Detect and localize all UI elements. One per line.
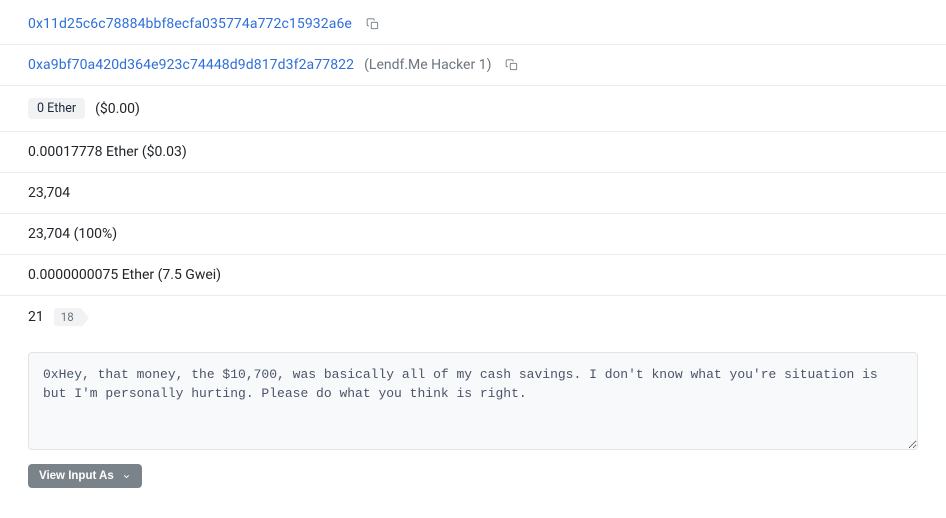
- transaction-fee-row: 0.00017778 Ether ($0.03): [0, 132, 946, 173]
- input-data-textarea[interactable]: [28, 352, 918, 450]
- gas-limit: 23,704: [28, 185, 70, 201]
- to-address-label: (Lendf.Me Hacker 1): [364, 57, 491, 73]
- to-address-link[interactable]: 0xa9bf70a420d364e923c74448d9d817d3f2a778…: [28, 57, 354, 73]
- value-row: 0 Ether ($0.00): [0, 86, 946, 132]
- chevron-down-icon: [122, 472, 131, 481]
- from-row: 0x11d25c6c78884bbf8ecfa035774a772c15932a…: [0, 4, 946, 45]
- gas-limit-row: 23,704: [0, 173, 946, 214]
- input-data-section: [0, 338, 946, 454]
- nonce-row: 21 18: [0, 296, 946, 338]
- from-address-link[interactable]: 0x11d25c6c78884bbf8ecfa035774a772c15932a…: [28, 16, 352, 32]
- copy-icon[interactable]: [366, 17, 380, 31]
- gas-used: 23,704 (100%): [28, 226, 117, 242]
- nonce: 21: [28, 309, 44, 325]
- view-input-as-label: View Input As: [39, 470, 114, 482]
- view-input-as-button[interactable]: View Input As: [28, 464, 142, 488]
- value-usd: ($0.00): [95, 101, 140, 117]
- gas-used-row: 23,704 (100%): [0, 214, 946, 255]
- to-row: 0xa9bf70a420d364e923c74448d9d817d3f2a778…: [0, 45, 946, 86]
- value-badge: 0 Ether: [28, 98, 85, 119]
- copy-icon[interactable]: [505, 58, 519, 72]
- gas-price: 0.0000000075 Ether (7.5 Gwei): [28, 267, 221, 283]
- nonce-position-tag: 18: [54, 308, 81, 326]
- gas-price-row: 0.0000000075 Ether (7.5 Gwei): [0, 255, 946, 296]
- transaction-fee: 0.00017778 Ether ($0.03): [28, 144, 187, 160]
